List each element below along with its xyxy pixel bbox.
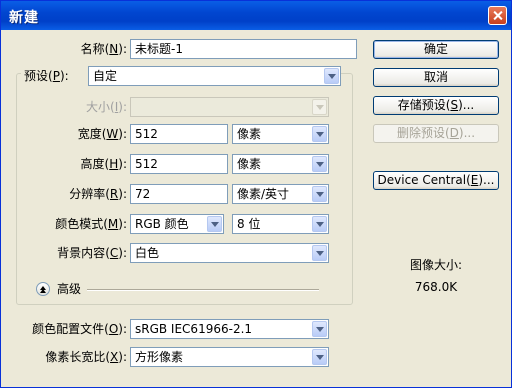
background-label: 背景内容(C): [57,246,127,260]
height-input[interactable]: 512 [130,154,228,174]
height-label: 高度(H): [80,157,127,171]
advanced-separator [87,289,319,291]
resolution-label: 分辨率(R): [69,187,127,201]
height-unit-value: 像素 [237,157,262,171]
ok-button[interactable]: 确定 [373,40,499,59]
resolution-unit-value: 像素/英寸 [237,187,290,201]
pixel-aspect-label: 像素长宽比(X): [45,350,127,364]
size-select [130,97,329,117]
background-select[interactable]: 白色 [130,243,329,263]
cancel-button[interactable]: 取消 [373,68,499,87]
width-label: 宽度(W): [77,127,127,141]
device-central-button[interactable]: Device Central(E)... [373,171,499,190]
chevron-down-icon [324,68,339,84]
save-preset-button[interactable]: 存储预设(S)... [373,96,499,115]
height-unit-select[interactable]: 像素 [232,154,329,174]
name-input[interactable]: 未标题-1 [130,39,357,59]
preset-label: 预设(P): [21,66,91,86]
chevron-down-icon [312,156,327,172]
chevron-down-icon [312,349,327,365]
color-mode-value: RGB 颜色 [135,217,189,231]
color-mode-select[interactable]: RGB 颜色 [130,214,224,234]
image-size-label: 图像大小: [409,258,463,272]
chevron-down-icon [312,245,327,261]
width-input[interactable]: 512 [130,124,228,144]
chevron-down-icon [312,99,327,115]
bit-depth-select[interactable]: 8 位 [232,214,329,234]
resolution-unit-select[interactable]: 像素/英寸 [232,184,329,204]
resolution-input[interactable]: 72 [130,184,228,204]
color-profile-select[interactable]: sRGB IEC61966-2.1 [130,319,329,339]
chevron-down-icon [312,321,327,337]
delete-preset-button: 删除预设(D)... [373,124,499,143]
advanced-collapse-icon[interactable] [36,282,50,296]
advanced-label[interactable]: 高级 [57,279,81,299]
color-profile-value: sRGB IEC61966-2.1 [135,322,253,336]
preset-select-value: 自定 [93,69,118,83]
preset-select[interactable]: 自定 [88,66,341,86]
color-mode-label: 颜色模式(M): [55,217,127,231]
width-unit-select[interactable]: 像素 [232,124,329,144]
name-label: 名称(N): [80,42,127,56]
size-label: 大小(I): [86,100,127,114]
chevron-down-icon [312,126,327,142]
width-unit-value: 像素 [237,127,262,141]
chevron-down-icon [207,216,222,232]
close-button[interactable] [488,6,507,25]
new-document-dialog: 新建 名称(N): 未标题-1 预设(P): 自定 大小(I): 宽度(W): … [0,0,512,388]
chevron-down-icon [312,186,327,202]
title-bar[interactable]: 新建 [1,1,511,30]
color-profile-label: 颜色配置文件(O): [32,322,127,336]
chevron-down-icon [312,216,327,232]
image-size-value: 768.0K [414,280,458,294]
pixel-aspect-select[interactable]: 方形像素 [130,347,329,367]
bit-depth-value: 8 位 [237,217,261,231]
dialog-title: 新建 [9,10,39,26]
background-value: 白色 [135,246,160,260]
pixel-aspect-value: 方形像素 [135,350,184,364]
